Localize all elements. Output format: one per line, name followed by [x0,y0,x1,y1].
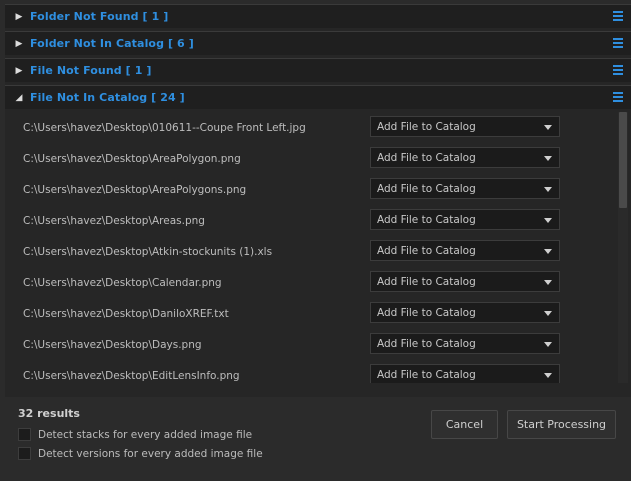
file-path: C:\Users\havez\Desktop\010611--Coupe Fro… [23,121,306,134]
dropdown-caret-icon[interactable] [544,156,552,161]
scrollbar[interactable] [618,112,628,383]
action-dropdown-value: Add File to Catalog [377,182,476,195]
file-path: C:\Users\havez\Desktop\AreaPolygons.png [23,183,247,196]
action-dropdown[interactable]: Add File to Catalog [370,333,560,354]
section-header[interactable]: ▶ File Not Found [ 1 ] [5,58,631,82]
dropdown-caret-icon[interactable] [544,125,552,130]
action-dropdown-value: Add File to Catalog [377,368,476,381]
start-processing-button[interactable]: Start Processing [507,410,616,439]
detect-versions-label: Detect versions for every added image fi… [38,447,263,460]
section-title: File Not In Catalog [ 24 ] [30,91,185,104]
detect-versions-checkbox[interactable] [18,447,31,460]
action-dropdown[interactable]: Add File to Catalog [370,240,560,261]
section-menu-icon[interactable] [613,38,623,48]
file-path: C:\Users\havez\Desktop\Atkin-stockunits … [23,245,273,258]
dropdown-caret-icon[interactable] [544,218,552,223]
file-row: C:\Users\havez\Desktop\AreaPolygon.png Ad… [5,143,631,174]
section-title: File Not Found [ 1 ] [30,64,152,77]
dropdown-caret-icon[interactable] [544,342,552,347]
file-path: C:\Users\havez\Desktop\AreaPolygon.png [23,152,241,165]
action-dropdown[interactable]: Add File to Catalog [370,147,560,168]
dropdown-caret-icon[interactable] [544,280,552,285]
results-count: 32 results [18,407,80,420]
action-dropdown-value: Add File to Catalog [377,337,476,350]
file-path: C:\Users\havez\Desktop\Days.png [23,338,202,351]
file-row: C:\Users\havez\Desktop\EditLensInfo.png A… [5,360,631,383]
file-row: C:\Users\havez\Desktop\Days.png Add File … [5,329,631,360]
file-row: C:\Users\havez\Desktop\Calendar.png Add F… [5,267,631,298]
action-dropdown[interactable]: Add File to Catalog [370,116,560,137]
file-row: C:\Users\havez\Desktop\Atkin-stockunits … [5,236,631,267]
action-dropdown[interactable]: Add File to Catalog [370,209,560,230]
action-dropdown-value: Add File to Catalog [377,244,476,257]
action-dropdown-value: Add File to Catalog [377,306,476,319]
dropdown-caret-icon[interactable] [544,311,552,316]
section-title: Folder Not Found [ 1 ] [30,10,169,23]
detect-versions-option[interactable]: Detect versions for every added image fi… [18,447,263,460]
footer: 32 results Detect stacks for every added… [0,397,631,481]
section-header[interactable]: ◢ File Not In Catalog [ 24 ] [5,85,631,109]
section-header[interactable]: ▶ Folder Not In Catalog [ 6 ] [5,31,631,55]
dropdown-caret-icon[interactable] [544,187,552,192]
file-path: C:\Users\havez\Desktop\EditLensInfo.png [23,369,240,382]
detect-stacks-label: Detect stacks for every added image file [38,428,253,441]
section-header[interactable]: ▶ Folder Not Found [ 1 ] [5,4,631,28]
file-row: C:\Users\havez\Desktop\AreaPolygons.png A… [5,174,631,205]
action-dropdown-value: Add File to Catalog [377,213,476,226]
action-dropdown-value: Add File to Catalog [377,275,476,288]
section-menu-icon[interactable] [613,65,623,75]
action-dropdown[interactable]: Add File to Catalog [370,364,560,383]
file-row: C:\Users\havez\Desktop\DaniloXREF.txt Add… [5,298,631,329]
dropdown-caret-icon[interactable] [544,249,552,254]
action-dropdown[interactable]: Add File to Catalog [370,271,560,292]
file-path: C:\Users\havez\Desktop\Calendar.png [23,276,222,289]
detect-stacks-checkbox[interactable] [18,428,31,441]
file-path: C:\Users\havez\Desktop\Areas.png [23,214,205,227]
expand-triangle-icon[interactable]: ▶ [13,66,25,76]
collapse-triangle-icon[interactable]: ◢ [13,93,25,103]
action-dropdown[interactable]: Add File to Catalog [370,178,560,199]
action-dropdown-value: Add File to Catalog [377,120,476,133]
dropdown-caret-icon[interactable] [544,373,552,378]
detect-stacks-option[interactable]: Detect stacks for every added image file [18,428,252,441]
file-row: C:\Users\havez\Desktop\Areas.png Add File… [5,205,631,236]
file-path: C:\Users\havez\Desktop\DaniloXREF.txt [23,307,229,320]
file-row: C:\Users\havez\Desktop\010611--Coupe Fro… [5,112,631,143]
file-list: C:\Users\havez\Desktop\010611--Coupe Fro… [5,112,631,383]
expand-triangle-icon[interactable]: ▶ [13,12,25,22]
action-dropdown-value: Add File to Catalog [377,151,476,164]
section-title: Folder Not In Catalog [ 6 ] [30,37,194,50]
expand-triangle-icon[interactable]: ▶ [13,39,25,49]
action-dropdown[interactable]: Add File to Catalog [370,302,560,323]
section-menu-icon[interactable] [613,92,623,102]
cancel-button[interactable]: Cancel [431,410,498,439]
section-menu-icon[interactable] [613,11,623,21]
scrollbar-thumb[interactable] [619,112,627,208]
